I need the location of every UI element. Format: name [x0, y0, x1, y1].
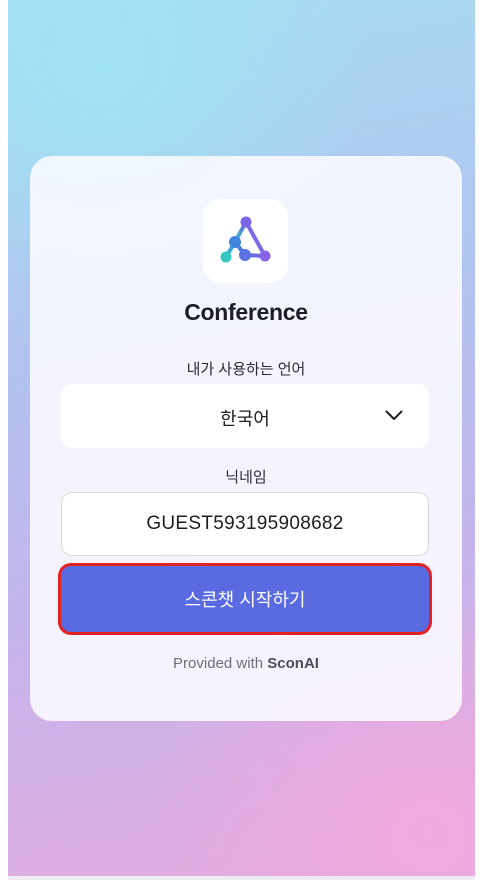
nickname-input[interactable]	[61, 492, 429, 556]
app-logo	[203, 199, 288, 283]
brand-name: SconAI	[267, 655, 319, 672]
network-triangle-icon	[220, 216, 271, 263]
provided-prefix: Provided with	[173, 655, 264, 672]
page-title: Conference	[184, 299, 308, 325]
login-card: Conference 내가 사용하는 언어 한국어 닉네임 스콘챗 시작하기 P…	[30, 156, 462, 721]
provided-by-text: Provided with SconAI	[30, 655, 462, 672]
language-selected-value: 한국어	[220, 409, 270, 429]
nickname-label: 닉네임	[225, 469, 267, 486]
chevron-down-icon	[385, 410, 403, 420]
bottom-divider	[8, 876, 475, 880]
background: Conference 내가 사용하는 언어 한국어 닉네임 스콘챗 시작하기 P…	[8, 0, 475, 876]
language-label: 내가 사용하는 언어	[186, 361, 306, 378]
start-chat-button[interactable]: 스콘챗 시작하기	[61, 566, 429, 632]
language-select[interactable]: 한국어	[61, 384, 429, 448]
